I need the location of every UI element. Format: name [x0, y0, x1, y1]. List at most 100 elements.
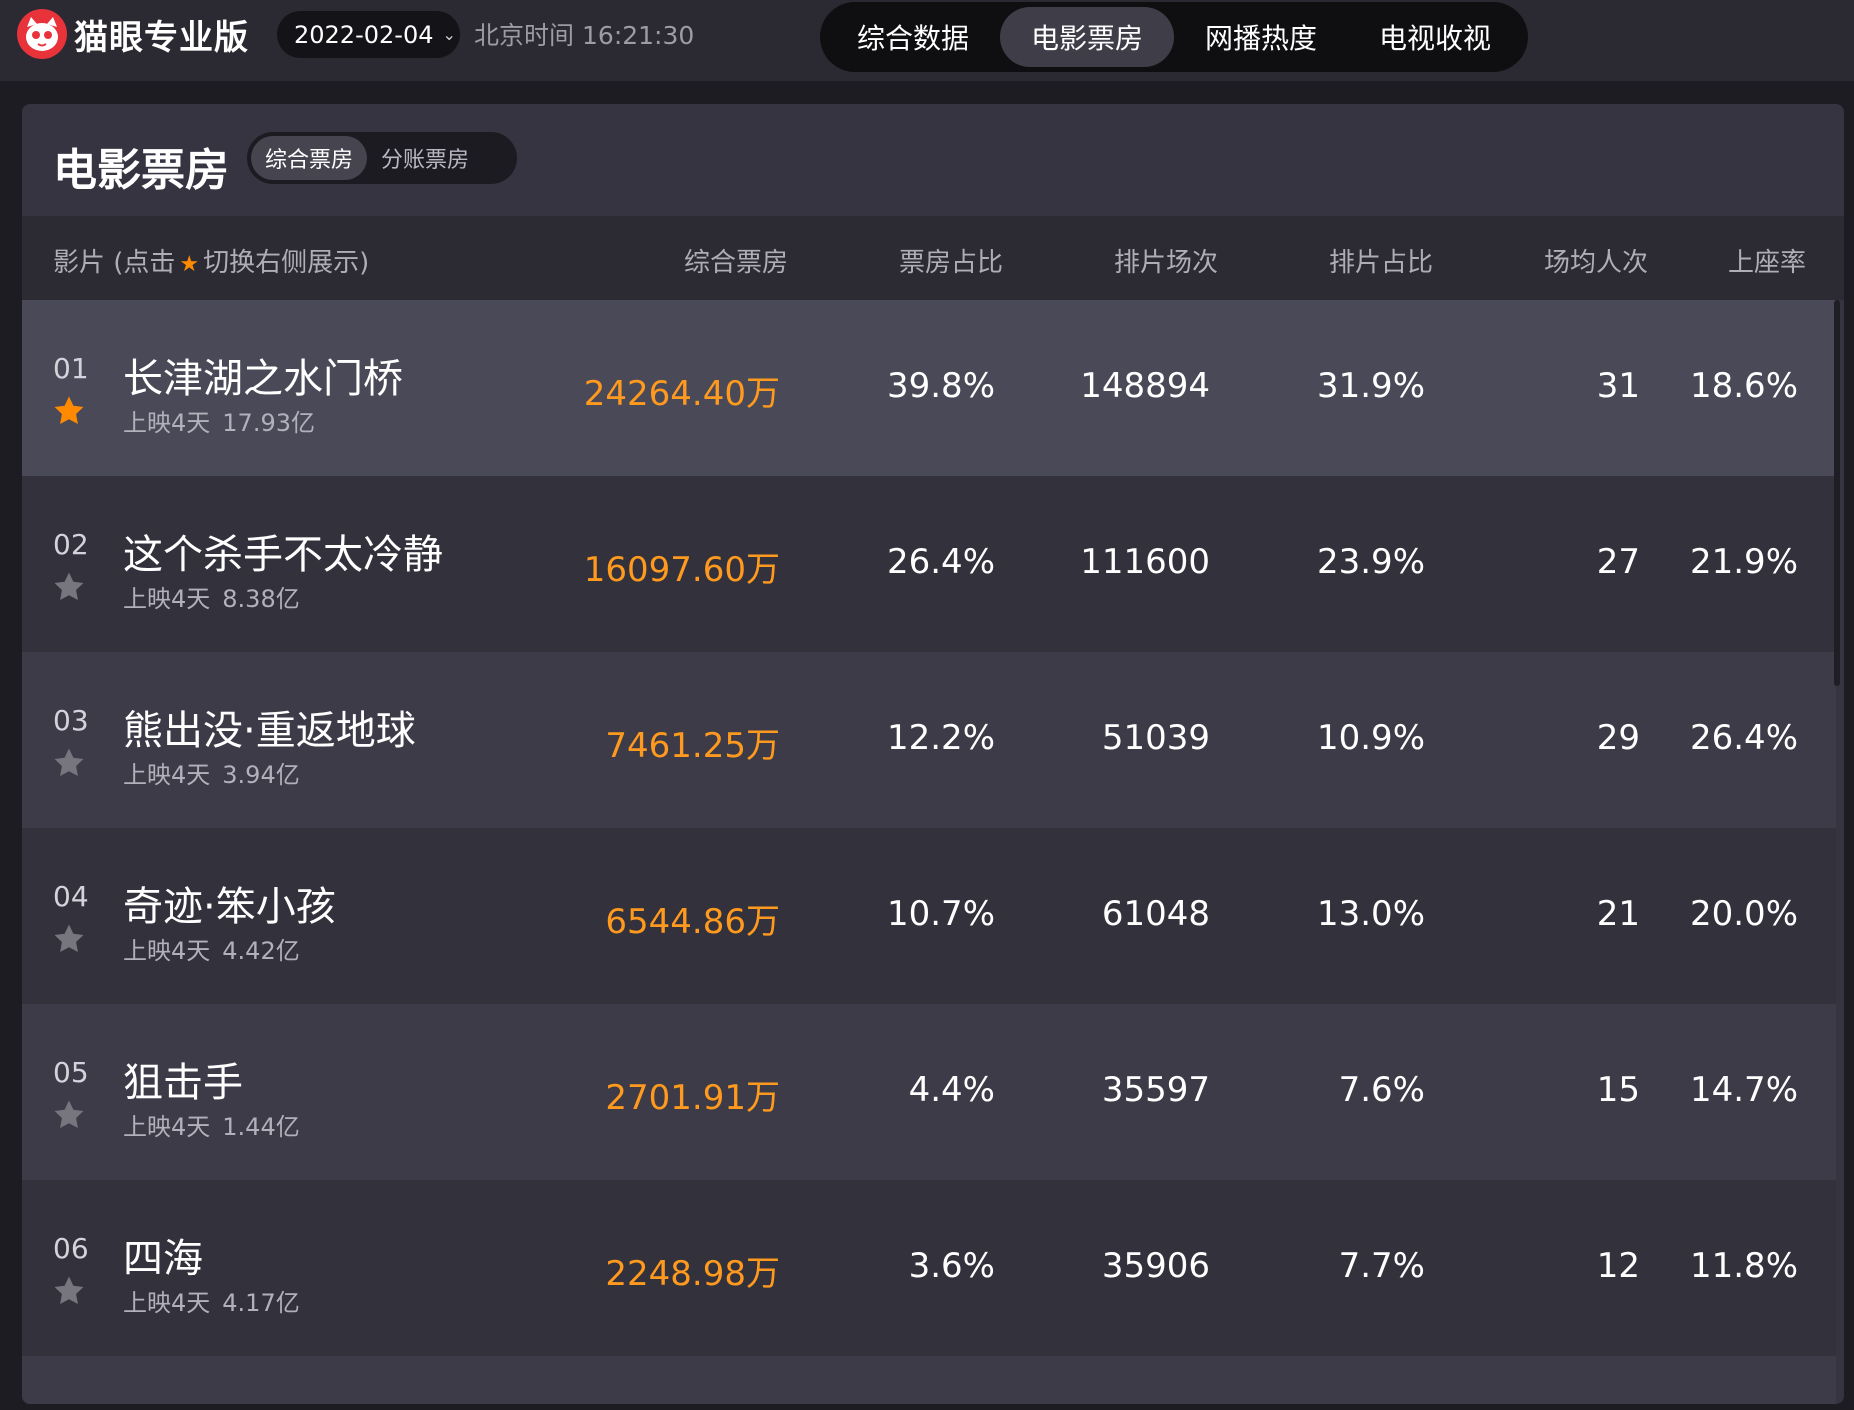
row-rank: 02 — [53, 528, 89, 561]
star-icon: ★ — [179, 252, 200, 277]
film-title[interactable]: 长津湖之水门桥 — [123, 346, 403, 404]
toggle-split-box-office[interactable]: 分账票房 — [367, 136, 483, 180]
column-header-box-office[interactable]: 综合票房 — [684, 242, 788, 279]
cell-screenings: 51039 — [1101, 718, 1210, 758]
cell-avg-attendance: 21 — [1596, 894, 1640, 934]
panel-title: 电影票房 — [53, 145, 229, 196]
days-released: 上映4天 — [123, 1113, 211, 1141]
column-header-screening-share[interactable]: 排片占比 — [1329, 242, 1433, 279]
logo-text: 猫眼专业版 — [74, 17, 249, 58]
clock-label: 北京时间 — [474, 21, 575, 50]
cell-avg-attendance: 15 — [1596, 1070, 1640, 1110]
chevron-down-icon: ⌄ — [442, 25, 456, 44]
cell-screening-share: 23.9% — [1316, 542, 1425, 582]
table-row[interactable]: 01 长津湖之水门桥 上映4天 17.93亿 24264.40万 39.8% 148894 3… — [22, 300, 1836, 476]
total-box-office: 8.38亿 — [222, 585, 300, 613]
film-meta: 上映4天 1.44亿 — [123, 1107, 300, 1142]
film-meta: 上映4天 4.42亿 — [123, 931, 300, 966]
cell-occupancy: 26.4% — [1689, 718, 1798, 758]
nav-tab-box-office[interactable]: 电影票房 — [1000, 7, 1174, 67]
table-row[interactable]: 06 四海 上映4天 4.17亿 2248.98万 3.6% 35906 7.7% 12 11.8… — [22, 1180, 1836, 1356]
cell-avg-attendance: 27 — [1596, 542, 1640, 582]
cell-box-office: 7461.25万 — [605, 726, 780, 766]
film-meta: 上映4天 4.17亿 — [123, 1283, 300, 1318]
box-office-type-toggle: 综合票房 分账票房 — [247, 132, 517, 184]
nav-tab-tv-ratings[interactable]: 电视收视 — [1348, 7, 1522, 67]
column-header-occupancy[interactable]: 上座率 — [1728, 242, 1806, 279]
total-box-office: 4.17亿 — [222, 1289, 300, 1317]
film-title[interactable]: 熊出没·重返地球 — [123, 698, 416, 756]
column-header-screenings[interactable]: 排片场次 — [1114, 242, 1218, 279]
beijing-clock: 北京时间 16:21:30 — [474, 16, 694, 52]
nav-tab-streaming[interactable]: 网播热度 — [1174, 7, 1348, 67]
star-icon[interactable] — [52, 1274, 86, 1308]
days-released: 上映4天 — [123, 761, 211, 789]
days-released: 上映4天 — [123, 937, 211, 965]
date-value: 2022-02-04 — [294, 20, 434, 49]
total-box-office: 17.93亿 — [222, 409, 315, 437]
row-rank: 01 — [53, 352, 89, 385]
top-bar: 猫眼专业版 2022-02-04 ⌄ 北京时间 16:21:30 综合数据 电影票… — [0, 0, 1854, 81]
star-icon[interactable] — [52, 570, 86, 604]
cell-avg-attendance: 12 — [1596, 1246, 1640, 1286]
film-title[interactable]: 狙击手 — [123, 1050, 243, 1108]
cell-box-office: 6544.86万 — [605, 902, 780, 942]
row-rank: 03 — [53, 704, 89, 737]
cell-screening-share: 10.9% — [1316, 718, 1425, 758]
table-scrollbar[interactable] — [1834, 300, 1840, 686]
table-row[interactable]: 03 熊出没·重返地球 上映4天 3.94亿 7461.25万 12.2% 51039 10.… — [22, 652, 1836, 828]
star-icon[interactable] — [52, 1098, 86, 1132]
cell-screening-share: 31.9% — [1316, 366, 1425, 406]
box-office-panel: 电影票房 综合票房 分账票房 影片 (点击 ★ 切换右侧展示) 综合票房 票房占比 … — [22, 104, 1844, 1404]
cell-box-share: 10.7% — [886, 894, 995, 934]
cell-screenings: 35597 — [1101, 1070, 1210, 1110]
cell-screenings: 111600 — [1080, 542, 1210, 582]
cell-occupancy: 18.6% — [1689, 366, 1798, 406]
days-released: 上映4天 — [123, 585, 211, 613]
column-header-box-share[interactable]: 票房占比 — [899, 242, 1003, 279]
cell-occupancy: 20.0% — [1689, 894, 1798, 934]
cell-box-share: 39.8% — [886, 366, 995, 406]
cell-occupancy: 14.7% — [1689, 1070, 1798, 1110]
table-row[interactable]: 04 奇迹·笨小孩 上映4天 4.42亿 6544.86万 10.7% 61048 13.0%… — [22, 828, 1836, 1004]
cat-logo-icon — [17, 9, 67, 59]
row-rank: 04 — [53, 880, 89, 913]
star-icon[interactable] — [52, 746, 86, 780]
star-icon[interactable] — [52, 394, 86, 428]
total-box-office: 1.44亿 — [222, 1113, 300, 1141]
table-row-partial[interactable] — [22, 1356, 1836, 1404]
column-header-avg-attendance[interactable]: 场均人次 — [1544, 242, 1648, 279]
column-header-film: 影片 (点击 ★ 切换右侧展示) — [53, 242, 369, 279]
table-row[interactable]: 05 狙击手 上映4天 1.44亿 2701.91万 4.4% 35597 7.6% 15 14.… — [22, 1004, 1836, 1180]
clock-time: 16:21:30 — [582, 21, 695, 50]
days-released: 上映4天 — [123, 1289, 211, 1317]
cell-screenings: 61048 — [1101, 894, 1210, 934]
film-title[interactable]: 这个杀手不太冷静 — [123, 522, 443, 580]
film-header-suffix: 切换右侧展示) — [203, 248, 370, 278]
toggle-combined-box-office[interactable]: 综合票房 — [251, 136, 368, 180]
main-nav: 综合数据 电影票房 网播热度 电视收视 — [820, 2, 1528, 72]
film-meta: 上映4天 17.93亿 — [123, 403, 315, 438]
cell-box-office: 16097.60万 — [583, 550, 780, 590]
cell-occupancy: 11.8% — [1689, 1246, 1798, 1286]
table-header: 影片 (点击 ★ 切换右侧展示) 综合票房 票房占比 排片场次 排片占比 场均人次 … — [22, 216, 1844, 300]
cell-box-share: 4.4% — [908, 1070, 995, 1110]
total-box-office: 4.42亿 — [222, 937, 300, 965]
cell-screenings: 148894 — [1080, 366, 1210, 406]
app-logo[interactable]: 猫眼专业版 — [16, 8, 249, 60]
cell-box-share: 26.4% — [886, 542, 995, 582]
date-picker[interactable]: 2022-02-04 ⌄ — [277, 11, 460, 58]
cell-avg-attendance: 31 — [1596, 366, 1640, 406]
nav-tab-overview[interactable]: 综合数据 — [826, 7, 1000, 67]
film-header-prefix: 影片 (点击 — [53, 248, 176, 278]
film-title[interactable]: 四海 — [123, 1226, 203, 1284]
cell-box-office: 2701.91万 — [605, 1078, 780, 1118]
cell-screening-share: 7.7% — [1338, 1246, 1425, 1286]
star-icon[interactable] — [52, 922, 86, 956]
table-row[interactable]: 02 这个杀手不太冷静上映4天 8.38亿 16097.60万 26.4% 111600 2… — [22, 476, 1836, 652]
row-rank: 06 — [53, 1232, 89, 1265]
film-meta: 上映4天 3.94亿 — [123, 755, 300, 790]
film-title[interactable]: 奇迹·笨小孩 — [123, 874, 336, 932]
cell-screening-share: 7.6% — [1338, 1070, 1425, 1110]
cell-screenings: 35906 — [1101, 1246, 1210, 1286]
